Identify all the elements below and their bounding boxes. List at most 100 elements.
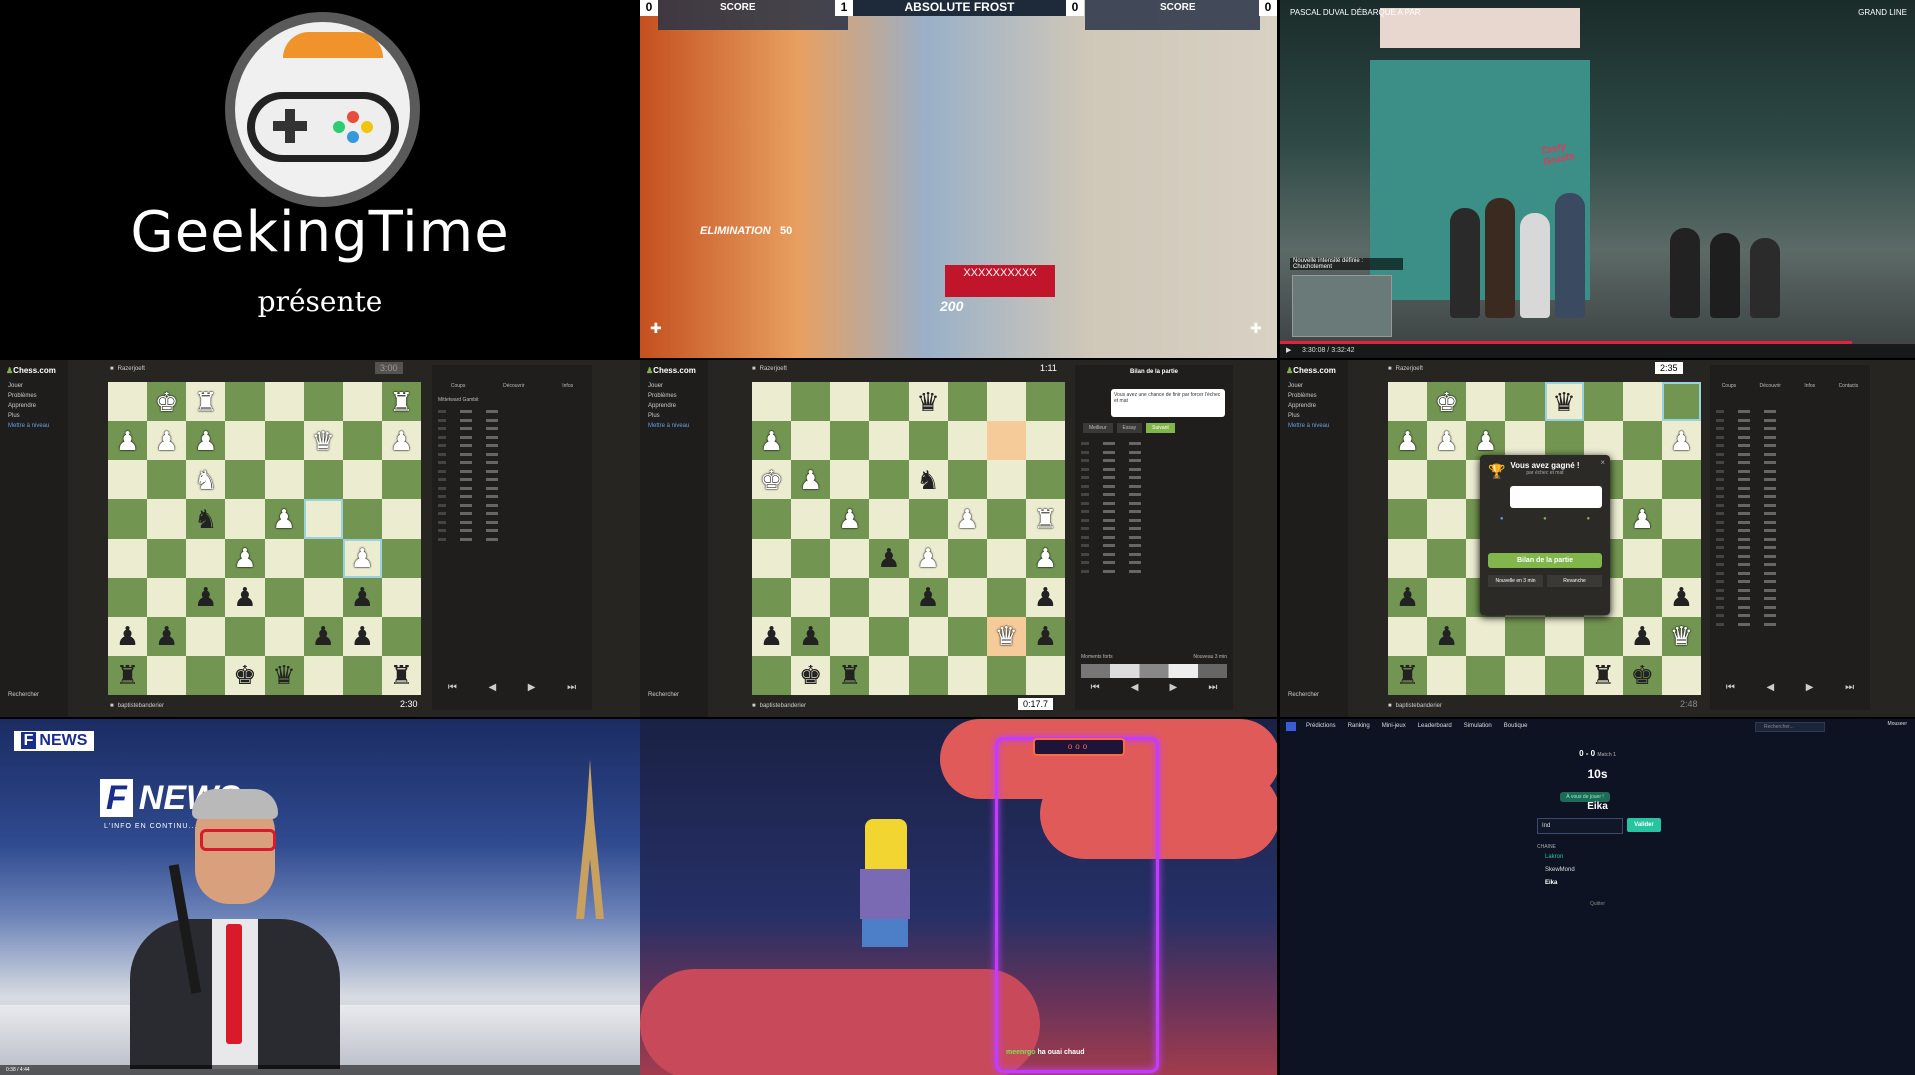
move-row[interactable] bbox=[432, 441, 592, 450]
board-square[interactable] bbox=[1466, 655, 1506, 695]
tab-info[interactable]: Infos bbox=[1804, 383, 1815, 389]
move-row[interactable] bbox=[1710, 526, 1870, 535]
board-square[interactable]: ♟ bbox=[791, 616, 831, 656]
board-square[interactable] bbox=[752, 577, 792, 617]
board-square[interactable] bbox=[947, 538, 987, 578]
black-r-piece-icon[interactable]: ♜ bbox=[838, 662, 861, 688]
board-square[interactable] bbox=[147, 655, 187, 695]
board-square[interactable] bbox=[1025, 460, 1065, 500]
board-square[interactable] bbox=[908, 616, 948, 656]
board-square[interactable] bbox=[342, 421, 382, 461]
white-p-piece-icon[interactable]: ♟ bbox=[956, 506, 979, 532]
tab-discover[interactable]: Découvrir bbox=[1760, 383, 1781, 389]
gta-video-tile[interactable]: PASCAL DUVAL DÉBARQUE A PAR GRAND LINE T… bbox=[1280, 0, 1915, 358]
board-square[interactable]: ♟ bbox=[342, 616, 382, 656]
board-square[interactable] bbox=[869, 460, 909, 500]
board-square[interactable] bbox=[225, 460, 265, 500]
white-p-piece-icon[interactable]: ♟ bbox=[351, 545, 374, 571]
board-square[interactable]: ♚ bbox=[147, 382, 187, 422]
board-square[interactable] bbox=[791, 499, 831, 539]
board-square[interactable]: ♟ bbox=[1661, 577, 1701, 617]
board-square[interactable] bbox=[381, 577, 421, 617]
black-p-piece-icon[interactable]: ♟ bbox=[1034, 584, 1057, 610]
black-p-piece-icon[interactable]: ♟ bbox=[916, 584, 939, 610]
board-square[interactable] bbox=[1466, 382, 1506, 422]
board-square[interactable]: ♟ bbox=[791, 460, 831, 500]
board-square[interactable] bbox=[869, 577, 909, 617]
board-square[interactable] bbox=[303, 655, 343, 695]
board-square[interactable]: ♜ bbox=[1025, 499, 1065, 539]
black-q-piece-icon[interactable]: ♛ bbox=[272, 662, 295, 688]
board-square[interactable] bbox=[264, 577, 304, 617]
black-p-piece-icon[interactable]: ♟ bbox=[799, 623, 822, 649]
black-p-piece-icon[interactable]: ♟ bbox=[1670, 584, 1693, 610]
board-square[interactable]: ♟ bbox=[225, 577, 265, 617]
board-square[interactable] bbox=[303, 460, 343, 500]
chessboard[interactable]: ♛ ♟ ♚ ♟ ♞ ♟ ♟ ♜ ♟ ♟ ♟ ♟ ♟ ♟ ♟ ♛ ♟ ♚ ♜ bbox=[752, 382, 1065, 695]
tab-info[interactable]: Infos bbox=[562, 383, 573, 389]
nav-upgrade[interactable]: Mettre à niveau bbox=[1280, 421, 1348, 431]
board-square[interactable] bbox=[1388, 460, 1428, 500]
white-p-piece-icon[interactable]: ♟ bbox=[390, 428, 413, 454]
move-row[interactable] bbox=[1075, 465, 1233, 474]
move-row[interactable] bbox=[1710, 603, 1870, 612]
overwatch-video-tile[interactable]: 0 SCORE 1 ABSOLUTE FROST 0 SCORE 0 ELIMI… bbox=[640, 0, 1277, 358]
last-move-icon[interactable]: ⏭ bbox=[1208, 682, 1217, 693]
board-square[interactable] bbox=[1661, 655, 1701, 695]
board-square[interactable]: ♟ bbox=[869, 538, 909, 578]
chess-tile-middle[interactable]: ♟Chess.com Jouer Problèmes Apprendre Plu… bbox=[640, 360, 1277, 717]
board-square[interactable] bbox=[1622, 460, 1662, 500]
black-p-piece-icon[interactable]: ♟ bbox=[1396, 584, 1419, 610]
board-square[interactable] bbox=[830, 382, 870, 422]
white-p-piece-icon[interactable]: ♟ bbox=[272, 506, 295, 532]
board-square[interactable] bbox=[947, 616, 987, 656]
board-square[interactable] bbox=[264, 616, 304, 656]
board-square[interactable] bbox=[147, 538, 187, 578]
board-square[interactable] bbox=[986, 421, 1026, 461]
nav-minigames[interactable]: Mini-jeux bbox=[1382, 723, 1406, 729]
tab-contacts[interactable]: Contacts bbox=[1839, 383, 1859, 389]
move-row[interactable] bbox=[432, 484, 592, 493]
board-square[interactable] bbox=[1388, 616, 1428, 656]
board-square[interactable] bbox=[908, 499, 948, 539]
move-row[interactable] bbox=[1075, 558, 1233, 567]
white-p-piece-icon[interactable]: ♟ bbox=[116, 428, 139, 454]
rematch-button[interactable]: Revanche bbox=[1547, 575, 1602, 587]
nav-shop[interactable]: Boutique bbox=[1504, 723, 1528, 729]
board-square[interactable]: ♟ bbox=[108, 616, 148, 656]
move-row[interactable] bbox=[1710, 433, 1870, 442]
board-square[interactable] bbox=[108, 499, 148, 539]
nav-leaderboard[interactable]: Leaderboard bbox=[1418, 723, 1452, 729]
board-square[interactable] bbox=[1025, 655, 1065, 695]
move-row[interactable] bbox=[1710, 577, 1870, 586]
next-move-icon[interactable]: ▶ bbox=[1806, 682, 1814, 693]
board-square[interactable] bbox=[869, 382, 909, 422]
white-r-piece-icon[interactable]: ♜ bbox=[390, 389, 413, 415]
move-row[interactable] bbox=[1710, 594, 1870, 603]
board-square[interactable]: ♛ bbox=[908, 382, 948, 422]
move-row[interactable] bbox=[432, 450, 592, 459]
board-square[interactable] bbox=[381, 460, 421, 500]
black-p-piece-icon[interactable]: ♟ bbox=[155, 623, 178, 649]
board-square[interactable]: ♟ bbox=[1025, 616, 1065, 656]
white-p-piece-icon[interactable]: ♟ bbox=[1435, 428, 1458, 454]
board-square[interactable] bbox=[342, 382, 382, 422]
black-p-piece-icon[interactable]: ♟ bbox=[351, 584, 374, 610]
board-square[interactable]: ♟ bbox=[947, 499, 987, 539]
move-row[interactable] bbox=[1710, 458, 1870, 467]
white-q-piece-icon[interactable]: ♛ bbox=[312, 428, 335, 454]
new-game-button[interactable]: Nouveau 3 min bbox=[1193, 654, 1227, 660]
white-p-piece-icon[interactable]: ♟ bbox=[194, 428, 217, 454]
black-p-piece-icon[interactable]: ♟ bbox=[312, 623, 335, 649]
board-square[interactable] bbox=[830, 421, 870, 461]
try-button[interactable]: Essay bbox=[1116, 423, 1143, 433]
move-row[interactable] bbox=[1710, 424, 1870, 433]
board-square[interactable] bbox=[303, 499, 343, 539]
move-row[interactable] bbox=[1075, 524, 1233, 533]
board-square[interactable] bbox=[147, 577, 187, 617]
board-square[interactable]: ♟ bbox=[342, 577, 382, 617]
board-square[interactable] bbox=[986, 655, 1026, 695]
board-square[interactable]: ♜ bbox=[186, 382, 226, 422]
move-row[interactable] bbox=[1075, 507, 1233, 516]
board-square[interactable] bbox=[1661, 382, 1701, 422]
